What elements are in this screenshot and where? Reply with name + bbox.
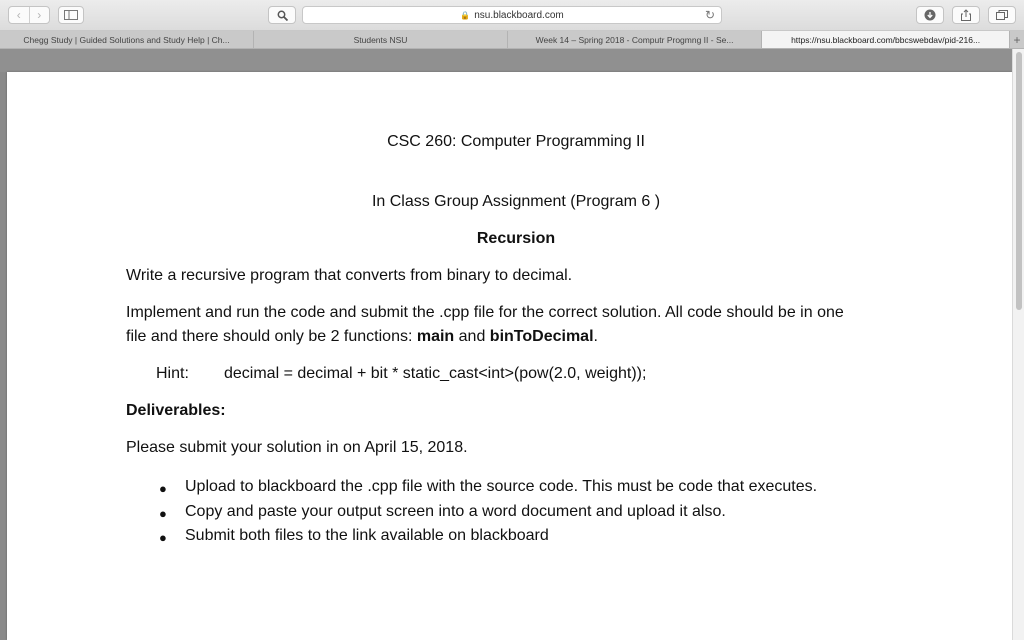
plus-icon: + [1013, 32, 1021, 47]
sidebar-icon [64, 10, 78, 20]
scrollbar-thumb[interactable] [1016, 52, 1022, 310]
tab-bbcswebdav[interactable]: https://nsu.blackboard.com/bbcswebdav/pi… [762, 31, 1011, 48]
bullet-icon: ● [159, 530, 167, 545]
share-button[interactable] [952, 6, 980, 24]
topic-heading: Recursion [476, 230, 556, 247]
downloads-button[interactable] [916, 6, 944, 24]
list-item: Copy and paste your output screen into a… [185, 503, 726, 520]
tabs-icon [996, 10, 1008, 20]
address-bar[interactable]: 🔒 nsu.blackboard.com ↻ [302, 6, 722, 24]
sidebar-toggle-button[interactable] [58, 6, 84, 24]
tab-week14[interactable]: Week 14 – Spring 2018 - Computr Progmng … [508, 31, 763, 48]
bullet-icon: ● [159, 506, 167, 521]
hint-label: Hint: [156, 365, 189, 382]
reload-icon[interactable]: ↻ [705, 8, 715, 22]
due-date-text: Please submit your solution in on April … [126, 439, 468, 456]
browser-toolbar: ‹ › 🔒 nsu.blackboard.com ↻ [0, 0, 1024, 31]
function-main: main [416, 328, 455, 345]
tab-students-nsu[interactable]: Students NSU [254, 31, 509, 48]
address-text: nsu.blackboard.com [474, 9, 564, 21]
instructions-line-1: Implement and run the code and submit th… [126, 304, 844, 321]
lock-icon: 🔒 [460, 10, 471, 20]
period-text: . [593, 328, 598, 345]
forward-icon[interactable]: › [28, 7, 50, 23]
search-button[interactable] [268, 6, 296, 24]
tab-bar: Chegg Study | Guided Solutions and Study… [0, 31, 1024, 49]
list-item: Upload to blackboard the .cpp file with … [185, 478, 818, 495]
hint-code: decimal = decimal + bit * static_cast<in… [224, 365, 647, 382]
intro-text: Write a recursive program that converts … [126, 267, 573, 284]
tab-label: Week 14 – Spring 2018 - Computr Progmng … [535, 34, 734, 45]
share-icon [961, 9, 971, 21]
course-title: CSC 260: Computer Programming II [387, 133, 645, 150]
function-bintodecimal: binToDecimal [489, 328, 594, 345]
tab-label: https://nsu.blackboard.com/bbcswebdav/pi… [791, 34, 981, 45]
assignment-title: In Class Group Assignment (Program 6 ) [371, 193, 661, 210]
document-page: CSC 260: Computer Programming II In Clas… [7, 72, 1012, 640]
new-tab-button[interactable]: + [1010, 31, 1024, 48]
bullet-icon: ● [159, 481, 167, 496]
instructions-text: file and there should only be 2 function… [126, 328, 417, 345]
search-icon [277, 10, 288, 21]
tabs-overview-button[interactable] [988, 6, 1016, 24]
viewer-background [0, 49, 1012, 72]
list-item: Submit both files to the link available … [185, 527, 549, 544]
back-icon[interactable]: ‹ [9, 7, 29, 23]
tab-chegg[interactable]: Chegg Study | Guided Solutions and Study… [0, 31, 255, 48]
vertical-scrollbar[interactable] [1012, 49, 1024, 640]
tab-label: Chegg Study | Guided Solutions and Study… [23, 34, 230, 45]
nav-buttons: ‹ › [8, 6, 50, 24]
download-icon [924, 9, 936, 21]
deliverables-heading: Deliverables: [126, 402, 226, 419]
instructions-line-2: file and there should only be 2 function… [126, 328, 598, 346]
and-text: and [454, 328, 490, 345]
tab-label: Students NSU [353, 34, 408, 45]
